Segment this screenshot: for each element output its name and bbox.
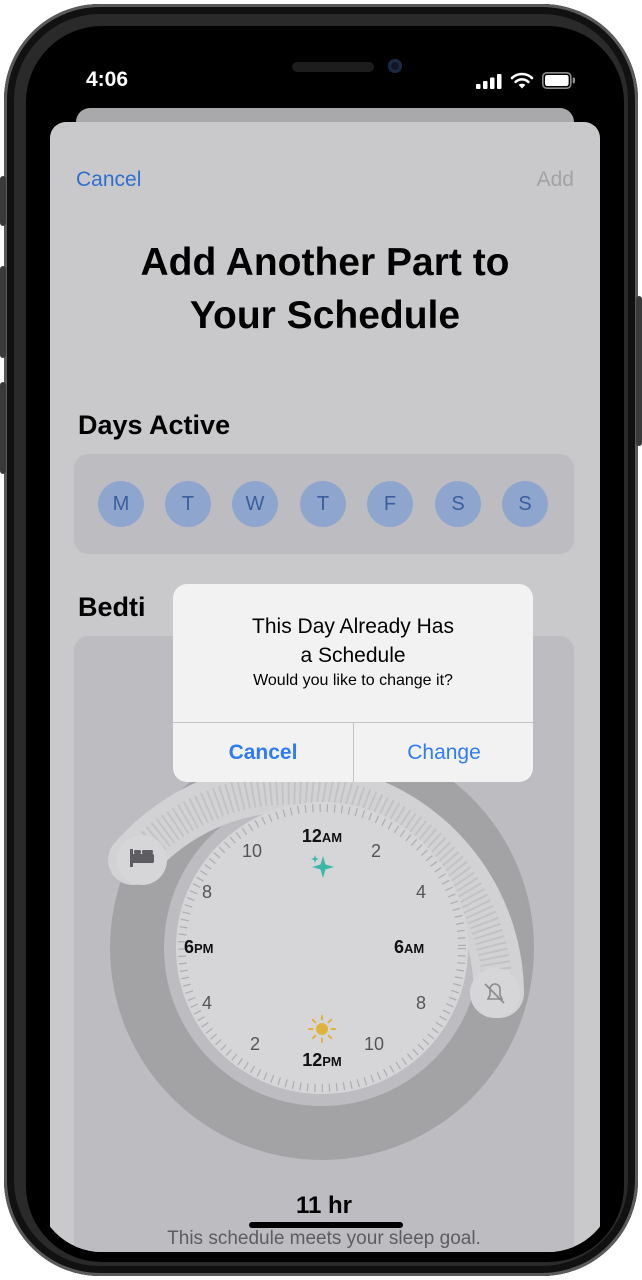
- home-indicator[interactable]: [249, 1222, 403, 1228]
- alert-change-button[interactable]: Change: [354, 723, 533, 782]
- sparkle-icon: [311, 855, 334, 878]
- front-camera: [388, 59, 402, 73]
- silent-switch: [0, 176, 6, 226]
- schedule-conflict-alert: This Day Already Has a Schedule Would yo…: [173, 584, 533, 782]
- status-time: 4:06: [86, 68, 129, 91]
- day-monday[interactable]: M: [98, 481, 144, 527]
- volume-up-button: [0, 266, 6, 358]
- clock-number-10-bottom: 10: [364, 1034, 385, 1054]
- bezel: 4:06 Cancel Add Add Another Part to Your…: [26, 26, 624, 1262]
- alert-title: This Day Already Has a Schedule: [173, 612, 533, 670]
- alert-title-line-1: This Day Already Has: [252, 615, 454, 638]
- page-title-line-2: Your Schedule: [189, 294, 461, 337]
- alert-cancel-button[interactable]: Cancel: [173, 723, 353, 782]
- power-button: [636, 296, 642, 446]
- add-button[interactable]: Add: [537, 168, 574, 192]
- clock-label-12pm: 12PM: [302, 1050, 342, 1070]
- clock-label-6pm: 6PM: [184, 937, 214, 957]
- clock-number-8-left: 8: [202, 882, 213, 902]
- page-title: Add Another Part to Your Schedule: [50, 236, 600, 342]
- clock-number-2-bottom: 2: [250, 1034, 261, 1054]
- day-wednesday[interactable]: W: [232, 481, 278, 527]
- sleep-duration: 11 hr: [295, 1192, 353, 1219]
- day-thursday[interactable]: T: [300, 481, 346, 527]
- days-active-heading: Days Active: [78, 410, 231, 440]
- day-saturday[interactable]: S: [435, 481, 481, 527]
- cancel-button[interactable]: Cancel: [76, 168, 141, 192]
- clock-label-6am: 6AM: [394, 937, 425, 957]
- clock-number-2-top: 2: [371, 841, 382, 861]
- clock-number-4-right: 4: [416, 882, 427, 902]
- phone-frame: 4:06 Cancel Add Add Another Part to Your…: [0, 4, 642, 1276]
- wifi-icon: [510, 72, 534, 89]
- speaker-grille: [292, 62, 374, 72]
- day-sunday[interactable]: S: [502, 481, 548, 527]
- clock-label-12am: 12AM: [301, 826, 343, 846]
- bedtime-heading: Bedti: [78, 592, 146, 622]
- clock-number-10-top: 10: [242, 841, 263, 861]
- volume-down-button: [0, 382, 6, 474]
- clock-number-4-left: 4: [202, 993, 213, 1013]
- day-tuesday[interactable]: T: [165, 481, 211, 527]
- screen: 4:06 Cancel Add Add Another Part to Your…: [36, 36, 614, 1252]
- day-friday[interactable]: F: [367, 481, 413, 527]
- cellular-signal-icon: [476, 73, 502, 89]
- page-title-line-1: Add Another Part to: [140, 241, 510, 284]
- sun-icon: [308, 1015, 336, 1043]
- sleep-goal-note: This schedule meets your sleep goal.: [167, 1228, 481, 1249]
- clock-number-8-right: 8: [416, 993, 427, 1013]
- alert-message: Would you like to change it?: [253, 672, 453, 689]
- alert-title-line-2: a Schedule: [300, 644, 406, 667]
- status-icons: [476, 72, 576, 89]
- battery-icon: [542, 72, 575, 89]
- days-active-picker: M T W T F S S: [74, 454, 574, 554]
